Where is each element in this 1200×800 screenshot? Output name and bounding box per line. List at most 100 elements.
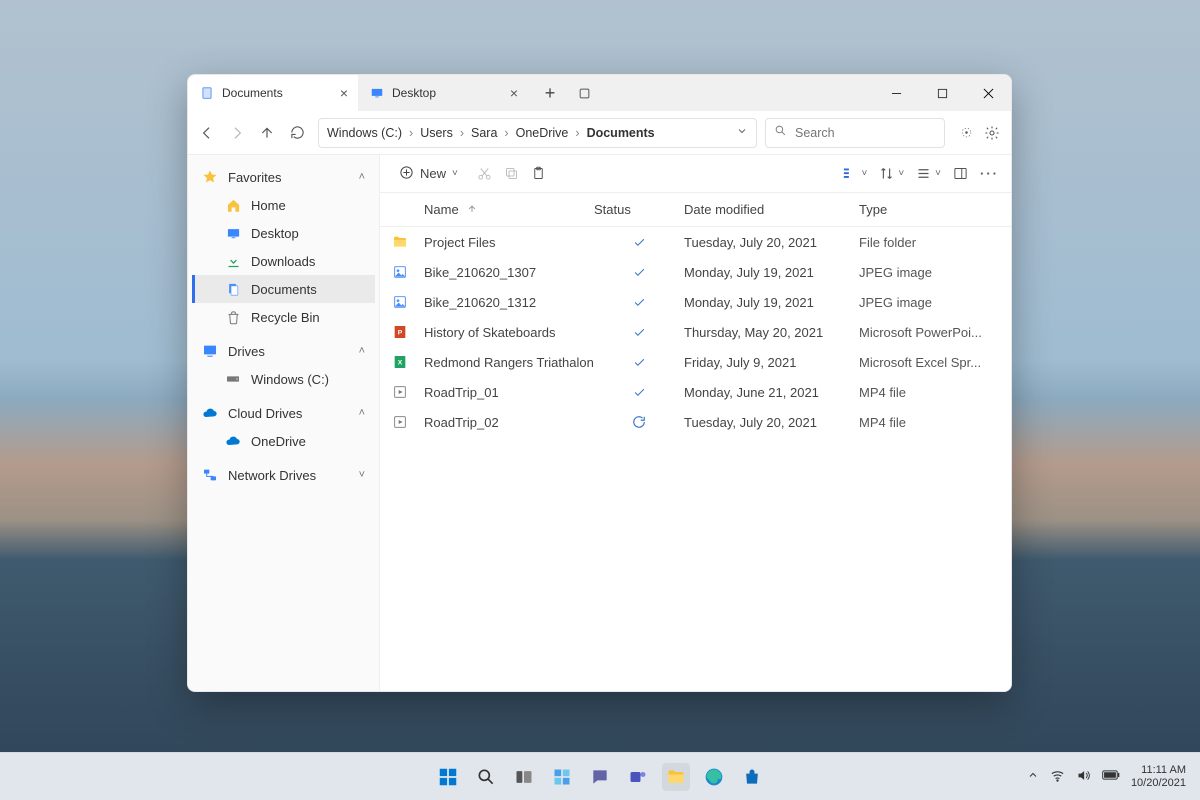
- volume-icon[interactable]: [1076, 768, 1091, 786]
- file-status-icon: [594, 386, 684, 399]
- file-date: Monday, July 19, 2021: [684, 295, 859, 310]
- file-status-icon: [594, 266, 684, 279]
- breadcrumb[interactable]: Windows (C:): [327, 126, 402, 140]
- sidebar-item-label: OneDrive: [251, 434, 306, 449]
- close-window-button[interactable]: [965, 75, 1011, 111]
- add-icon: [399, 165, 414, 183]
- chevron-up-icon: ˄: [359, 345, 365, 357]
- sidebar-section-drives[interactable]: Drives ˄: [192, 337, 375, 365]
- close-tab-icon[interactable]: ×: [340, 86, 348, 100]
- file-type-icon: [392, 414, 408, 430]
- file-type: File folder: [859, 235, 999, 250]
- file-name: RoadTrip_02: [424, 415, 594, 430]
- sidebar-item-recyclebin[interactable]: Recycle Bin: [192, 303, 375, 331]
- sidebar-item-onedrive[interactable]: OneDrive: [192, 427, 375, 455]
- cloud-icon: [202, 405, 218, 421]
- cut-button[interactable]: [477, 166, 492, 181]
- sync-status-icon[interactable]: [957, 124, 975, 142]
- battery-icon[interactable]: [1102, 769, 1120, 784]
- nav-forward-button[interactable]: [228, 124, 246, 142]
- chevron-down-icon: ˅: [359, 469, 365, 481]
- file-row[interactable]: RoadTrip_02Tuesday, July 20, 2021MP4 fil…: [380, 407, 1011, 437]
- new-button[interactable]: New ˅: [392, 162, 465, 186]
- nav-back-button[interactable]: [198, 124, 216, 142]
- edge-icon[interactable]: [700, 763, 728, 791]
- search-box[interactable]: [765, 118, 945, 148]
- search-icon: [774, 124, 787, 142]
- file-status-icon: [594, 415, 684, 429]
- breadcrumb[interactable]: Sara: [471, 126, 497, 140]
- file-row[interactable]: Bike_210620_1307Monday, July 19, 2021JPE…: [380, 257, 1011, 287]
- tab-documents[interactable]: Documents ×: [188, 75, 358, 111]
- chat-icon[interactable]: [586, 763, 614, 791]
- copy-button[interactable]: [504, 166, 519, 181]
- file-name: Bike_210620_1312: [424, 295, 594, 310]
- details-pane-button[interactable]: [953, 166, 968, 181]
- file-row[interactable]: Project FilesTuesday, July 20, 2021File …: [380, 227, 1011, 257]
- sidebar-item-label: Windows (C:): [251, 372, 329, 387]
- file-type-icon: [392, 294, 408, 310]
- desktop-icon: [225, 225, 241, 241]
- sidebar-label: Cloud Drives: [228, 406, 302, 421]
- sidebar-item-label: Downloads: [251, 254, 315, 269]
- nav-up-button[interactable]: [258, 124, 276, 142]
- sidebar-section-network[interactable]: Network Drives ˅: [192, 461, 375, 489]
- close-tab-icon[interactable]: ×: [510, 86, 518, 100]
- tray-overflow-icon[interactable]: [1027, 769, 1039, 784]
- teams-icon[interactable]: [624, 763, 652, 791]
- breadcrumb[interactable]: Users: [420, 126, 453, 140]
- maximize-button[interactable]: [919, 75, 965, 111]
- content-area: New ˅ ˅ ˅: [380, 155, 1011, 691]
- file-row[interactable]: RoadTrip_01Monday, June 21, 2021MP4 file: [380, 377, 1011, 407]
- sidebar-item-documents[interactable]: Documents: [192, 275, 375, 303]
- downloads-icon: [225, 253, 241, 269]
- sidebar-item-home[interactable]: Home: [192, 191, 375, 219]
- new-tab-button[interactable]: +: [540, 83, 560, 103]
- sort-button[interactable]: ˅: [842, 166, 867, 181]
- svg-text:X: X: [398, 360, 403, 367]
- widgets-icon[interactable]: [548, 763, 576, 791]
- column-status[interactable]: Status: [594, 202, 684, 217]
- nav-refresh-button[interactable]: [288, 124, 306, 142]
- file-explorer-window: Documents × Desktop × +: [187, 74, 1012, 692]
- sidebar-section-cloud[interactable]: Cloud Drives ˄: [192, 399, 375, 427]
- view-button[interactable]: ˅: [916, 166, 941, 181]
- sort-direction-button[interactable]: ˅: [879, 166, 904, 181]
- sidebar-item-downloads[interactable]: Downloads: [192, 247, 375, 275]
- store-icon[interactable]: [738, 763, 766, 791]
- settings-icon[interactable]: [983, 124, 1001, 142]
- file-row[interactable]: PHistory of SkateboardsThursday, May 20,…: [380, 317, 1011, 347]
- tab-overview-icon[interactable]: [574, 83, 594, 103]
- file-row[interactable]: XRedmond Rangers TriathalonFriday, July …: [380, 347, 1011, 377]
- file-explorer-icon[interactable]: [662, 763, 690, 791]
- sidebar-item-windows-c[interactable]: Windows (C:): [192, 365, 375, 393]
- file-date: Monday, July 19, 2021: [684, 265, 859, 280]
- window-controls: [873, 75, 1011, 111]
- column-date[interactable]: Date modified: [684, 202, 859, 217]
- wifi-icon[interactable]: [1050, 768, 1065, 786]
- start-button[interactable]: [434, 763, 462, 791]
- search-input[interactable]: [795, 126, 956, 140]
- tab-desktop[interactable]: Desktop ×: [358, 75, 528, 111]
- file-type-icon: X: [392, 354, 408, 370]
- sidebar-item-desktop[interactable]: Desktop: [192, 219, 375, 247]
- task-view-icon[interactable]: [510, 763, 538, 791]
- breadcrumb[interactable]: OneDrive: [516, 126, 569, 140]
- address-bar[interactable]: Windows (C:)› Users› Sara› OneDrive› Doc…: [318, 118, 757, 148]
- network-icon: [202, 467, 218, 483]
- documents-tab-icon: [200, 86, 214, 100]
- taskbar-search-icon[interactable]: [472, 763, 500, 791]
- sidebar-label: Drives: [228, 344, 265, 359]
- address-dropdown-icon[interactable]: [736, 125, 748, 140]
- file-name: Project Files: [424, 235, 594, 250]
- file-name: History of Skateboards: [424, 325, 594, 340]
- column-type[interactable]: Type: [859, 202, 999, 217]
- breadcrumb-current[interactable]: Documents: [587, 126, 655, 140]
- clock[interactable]: 11:11 AM 10/20/2021: [1131, 764, 1186, 789]
- sidebar-section-favorites[interactable]: Favorites ˄: [192, 163, 375, 191]
- paste-button[interactable]: [531, 166, 546, 181]
- minimize-button[interactable]: [873, 75, 919, 111]
- more-button[interactable]: ···: [980, 166, 999, 181]
- column-name[interactable]: Name: [424, 202, 594, 217]
- file-row[interactable]: Bike_210620_1312Monday, July 19, 2021JPE…: [380, 287, 1011, 317]
